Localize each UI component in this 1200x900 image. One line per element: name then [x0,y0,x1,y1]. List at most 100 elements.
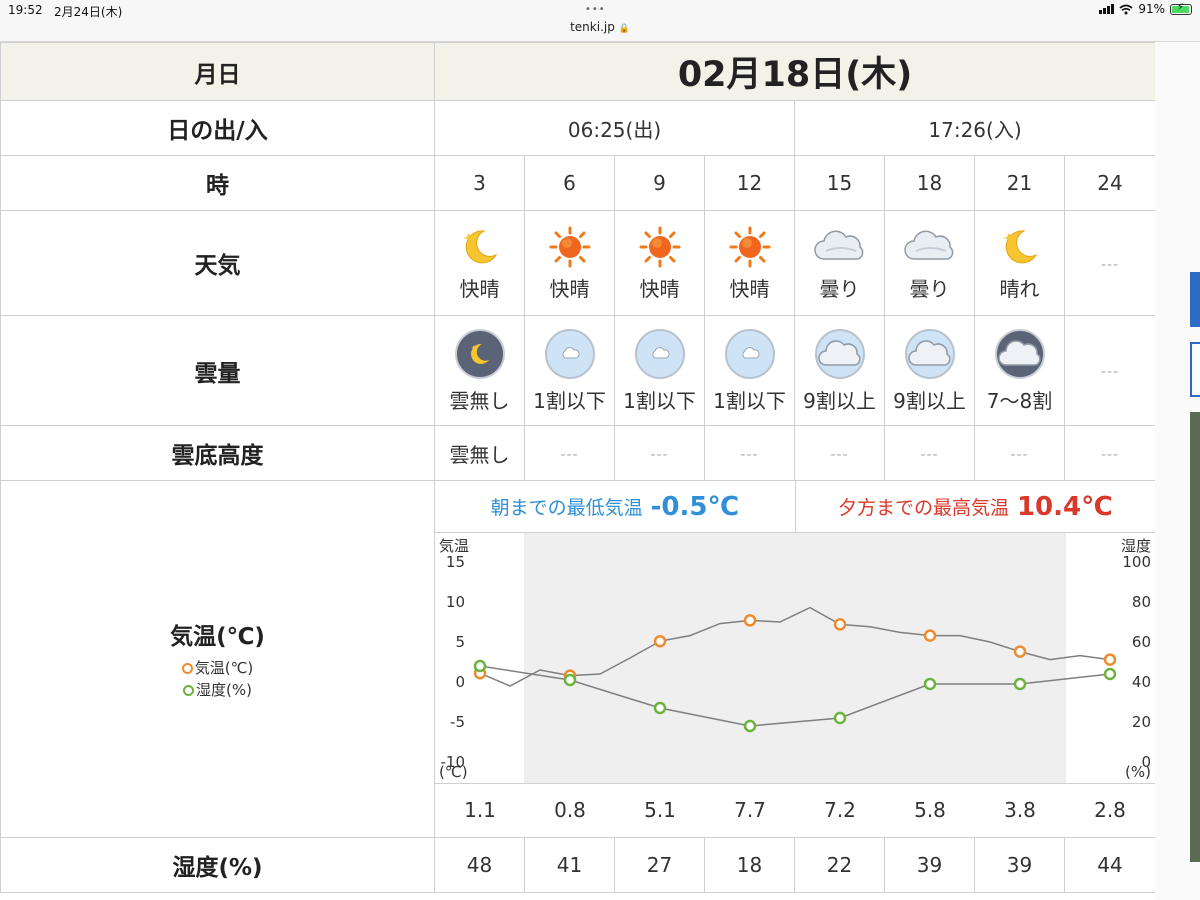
left-axis-tick: 15 [446,553,465,571]
left-axis-tick: -5 [450,713,465,731]
humidity-cell: 39 [974,837,1065,893]
humidity-cell: 48 [434,837,525,893]
overcast-day-icon [814,329,865,379]
ceiling-row: 雲底高度 雲無し --- --- --- --- --- --- --- [0,425,1157,481]
weather-label: 晴れ [999,276,1040,301]
chart-column-bg [706,533,794,783]
temperature-point [1013,645,1027,658]
cloud-label: 1割以下 [713,389,786,413]
right-axis-tick: 80 [1132,593,1151,611]
ceiling-cell: --- [614,425,705,481]
legend-temperature-label: 気温(℃) [194,659,254,677]
legend-temperature: 気温(℃) [1,657,434,679]
humidity-point [743,719,757,733]
weather-label: 快晴 [459,276,500,301]
weather-label: 快晴 [639,276,680,301]
ceiling-cell: --- [884,425,975,481]
chart-column-bg [796,533,884,783]
humidity-cell: 41 [524,837,615,893]
left-axis-tick: 0 [455,673,465,691]
url-text: tenki.jp [570,20,615,34]
cloud-label: 1割以下 [533,389,606,413]
temperature-humidity-chart: 気温 湿度151050-5-10100806040200(℃) (%) [436,533,1154,783]
hour-cell: 3 [434,155,525,211]
empty-dash: --- [1010,446,1029,463]
hour-cell: 12 [704,155,795,211]
date-row: 月日 02月18日(木) [0,42,1157,101]
overcast-night-icon [994,329,1045,379]
temperature-value: 2.8 [1094,797,1126,822]
humidity-point [1013,677,1027,691]
legend-humidity: 湿度(%) [1,679,434,701]
address-bar[interactable]: tenki.jp 🔒 [0,20,1200,34]
ceiling-cell: 雲無し [434,425,525,481]
left-axis-tick: 10 [446,593,465,611]
temp-summary: 朝までの最低気温 -0.5℃ 夕方までの最高気温 10.4℃ [435,481,1156,533]
cloud-row: 雲量 雲無し 1割以下 1割以下 1割以下 9割以上 9割以上 7〜8割 --- [0,315,1157,426]
sunset-time: 17:26(入) [793,100,1157,156]
legend-humidity-label: 湿度(%) [196,681,252,699]
high-temp-text: 夕方までの最高気温 [837,497,1009,519]
clock: 19:52 [8,3,43,17]
lock-icon: 🔒 [618,24,630,34]
small-cloud-icon [724,329,775,379]
tab-dots[interactable]: ••• [585,4,606,15]
sun-icon [549,226,590,267]
humidity-point [923,677,937,691]
sun-icon [639,226,680,267]
right-axis-tick: 40 [1132,673,1151,691]
temperature-row: 気温(℃) 気温(℃) 湿度(%) 朝までの最低気温 -0.5℃ 夕方までの最高気… [0,480,1157,838]
cloud-label: 雲無し [449,389,510,413]
ceiling-cell: --- [1063,425,1157,481]
cloud-cell: --- [1063,315,1157,426]
temperature-value: 7.7 [734,797,766,822]
humidity-header: 湿度(%) [0,837,435,893]
humidity-cell: 18 [704,837,795,893]
cloud-icon [903,230,953,260]
hour-row: 時 3 6 9 12 15 18 21 24 [0,155,1157,211]
weather-label: 快晴 [729,276,770,301]
right-axis-tick: 20 [1132,713,1151,731]
empty-dash: --- [1100,364,1120,380]
sunrise-time: 06:25(出) [434,100,795,156]
humidity-point [653,701,667,715]
humidity-cell: 39 [884,837,975,893]
empty-dash: --- [560,446,579,463]
ceiling-cell: --- [524,425,615,481]
humidity-point [473,659,487,673]
sun-header: 日の出/入 [0,100,435,156]
battery-icon: ⚡ [1170,2,1192,15]
temperature-point [923,629,937,642]
cloudless-night-icon [454,329,505,379]
weather-cell: --- [1063,210,1157,316]
weather-label: 曇り [819,276,860,301]
temperature-value: 3.8 [1004,797,1036,822]
status-date: 2月24日(木) [54,5,123,19]
empty-dash: --- [740,446,759,463]
humidity-row: 湿度(%) 48 41 27 18 22 39 39 44 [0,837,1157,893]
cloud-cell: 1割以下 [524,315,615,426]
side-widget[interactable] [1190,342,1200,397]
hour-cell: 15 [794,155,885,211]
side-ad-image [1190,412,1200,862]
date-value: 02月18日(木) [433,42,1157,101]
overcast-day-icon [904,329,955,379]
ceiling-cell: --- [794,425,885,481]
moon-clear-icon [1002,229,1037,263]
left-axis-tick: 5 [455,633,465,651]
side-widget[interactable] [1190,272,1200,327]
cloud-cell: 7〜8割 [974,315,1065,426]
legend-humidity-marker [183,685,195,696]
battery-percent: 91% [1138,2,1165,16]
cloud-cell: 雲無し [434,315,525,426]
temperature-chart-cell: 朝までの最低気温 -0.5℃ 夕方までの最高気温 10.4℃ 気温 湿度 15 10 5 0-… [433,480,1157,838]
cloud-label: 1割以下 [623,389,696,413]
temperature-values: 1.1 0.8 5.1 7.7 7.2 5.8 3.8 2.8 [435,783,1156,835]
sun-icon [729,226,770,267]
hour-cell: 6 [524,155,615,211]
left-axis-unit: (℃) [439,763,468,781]
empty-dash: --- [650,446,669,463]
temperature-point [1103,653,1117,666]
chart-legend: 気温(℃) 湿度(%) [1,657,434,701]
low-temp-text: 朝までの最低気温 [490,497,643,519]
